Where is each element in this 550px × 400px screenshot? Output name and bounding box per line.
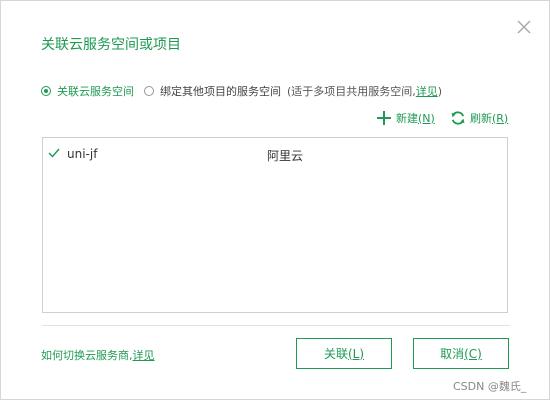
cancel-button-label: 取消 [440, 347, 465, 361]
watermark: CSDN @魏氏_ [453, 380, 527, 393]
space-list[interactable]: uni-jf 阿里云 [42, 137, 508, 313]
refresh-icon [451, 111, 465, 125]
binding-hint-text: (适于多项目共用服务空间, [287, 85, 416, 98]
binding-mode-options: 关联云服务空间 绑定其他项目的服务空间 (适于多项目共用服务空间,详见) [41, 83, 442, 99]
binding-hint: (适于多项目共用服务空间,详见) [287, 83, 442, 99]
radio-unselected-indicator [144, 86, 154, 96]
dialog-window: 关联云服务空间或项目 关联云服务空间 绑定其他项目的服务空间 (适于多项目共用服… [0, 0, 550, 400]
dialog-title: 关联云服务空间或项目 [41, 37, 181, 53]
cancel-button[interactable]: 取消 (C) [413, 338, 509, 369]
link-button-label: 关联 [323, 347, 348, 361]
radio-link-space-label: 关联云服务空间 [57, 85, 134, 98]
close-icon [517, 20, 531, 34]
radio-bind-other-project-label: 绑定其他项目的服务空间 [160, 85, 281, 98]
check-icon [48, 147, 60, 162]
list-item[interactable]: uni-jf 阿里云 [43, 144, 507, 164]
new-space-shortcut: (N) [418, 111, 435, 125]
switch-provider-link[interactable]: 详见 [133, 349, 155, 362]
close-button[interactable] [514, 17, 534, 37]
space-provider: 阿里云 [267, 149, 304, 163]
refresh-label: 刷新 [470, 112, 492, 125]
link-button[interactable]: 关联 (L) [296, 338, 392, 369]
new-space-button[interactable]: 新建 (N) [376, 109, 435, 127]
switch-provider-text: 如何切换云服务商, [41, 349, 133, 362]
radio-bind-other-project[interactable]: 绑定其他项目的服务空间 [144, 83, 281, 99]
space-name: uni-jf [67, 147, 98, 161]
plus-icon [377, 111, 391, 125]
binding-hint-end: ) [437, 85, 443, 98]
footer-divider [42, 325, 510, 326]
binding-hint-link[interactable]: 详见 [416, 85, 438, 98]
new-space-label: 新建 [396, 112, 418, 125]
refresh-button[interactable]: 刷新 (R) [450, 109, 508, 127]
cancel-button-shortcut: (C) [464, 346, 482, 361]
refresh-shortcut: (R) [492, 111, 509, 125]
radio-link-space[interactable]: 关联云服务空间 [41, 83, 134, 99]
radio-selected-indicator [41, 86, 51, 96]
link-button-shortcut: (L) [347, 346, 365, 361]
switch-provider-hint: 如何切换云服务商,详见 [41, 347, 155, 363]
